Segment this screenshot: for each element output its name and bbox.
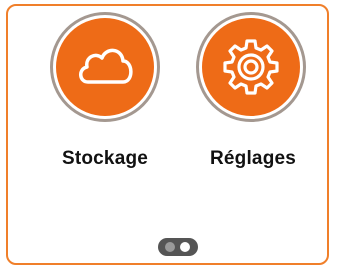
gear-icon — [223, 39, 279, 95]
settings-label: Réglages — [209, 148, 297, 169]
app-launcher-panel: Stockage Réglages — [6, 4, 329, 265]
settings-icon-button[interactable] — [196, 12, 306, 122]
storage-icon-disc — [56, 18, 154, 116]
settings-icon-disc — [202, 18, 300, 116]
page-indicator[interactable] — [158, 238, 198, 256]
storage-label: Stockage — [61, 148, 149, 169]
storage-icon-button[interactable] — [50, 12, 160, 122]
cloud-icon — [79, 48, 133, 84]
page-dot-1[interactable] — [165, 242, 175, 252]
app-tile-settings[interactable]: Réglages — [188, 12, 318, 182]
app-tile-storage[interactable]: Stockage — [42, 12, 172, 182]
page-dot-2[interactable] — [180, 242, 190, 252]
